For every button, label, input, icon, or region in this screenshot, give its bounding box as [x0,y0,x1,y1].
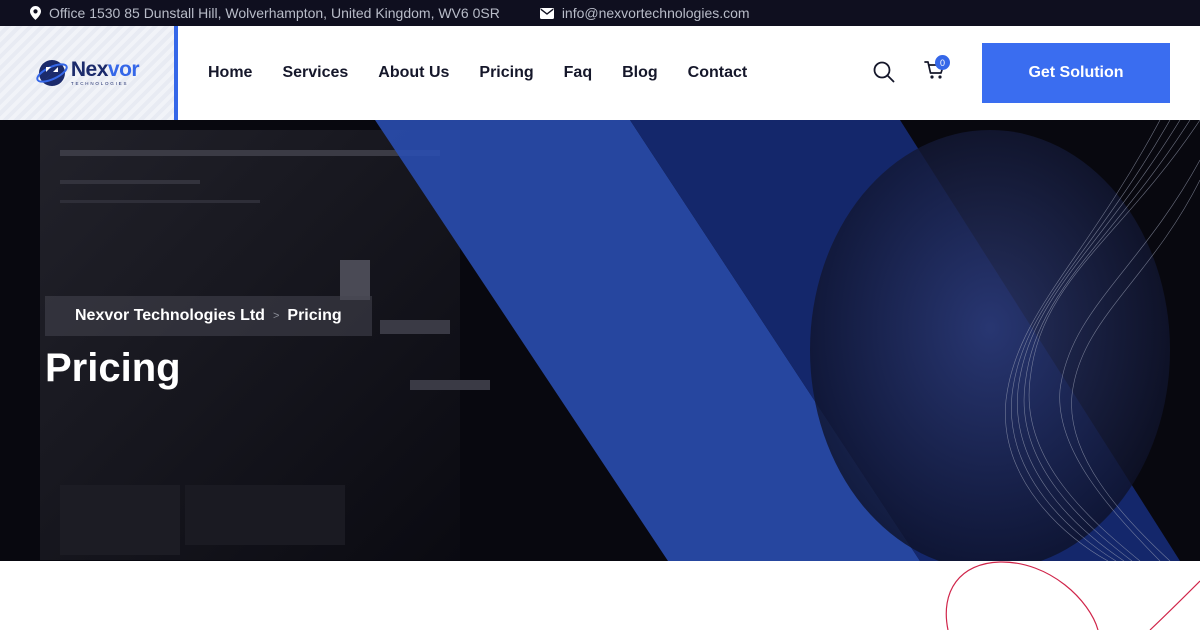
hero-background [0,120,1200,561]
content-section [0,561,1200,630]
nav-blog[interactable]: Blog [622,64,658,82]
breadcrumb-separator: > [272,310,280,322]
email-item[interactable]: info@nexvortechnologies.com [539,5,750,21]
site-header: Nexvor TECHNOLOGIES Home Services About … [0,26,1200,120]
nav-faq[interactable]: Faq [564,64,592,82]
top-bar: Office 1530 85 Dunstall Hill, Wolverhamp… [0,0,1200,26]
nav-about-us[interactable]: About Us [378,64,449,82]
address-text: Office 1530 85 Dunstall Hill, Wolverhamp… [49,5,500,21]
breadcrumb-current: Pricing [287,307,342,324]
email-text[interactable]: info@nexvortechnologies.com [562,5,750,21]
nav-contact[interactable]: Contact [688,64,748,82]
logo-subtitle: TECHNOLOGIES [70,81,129,87]
decorative-curve [945,561,1200,630]
location-pin-icon [30,6,41,20]
get-solution-button[interactable]: Get Solution [982,43,1170,103]
search-icon[interactable] [873,61,895,83]
nav-home[interactable]: Home [208,64,252,82]
breadcrumb-home-link[interactable]: Nexvor Technologies Ltd [75,307,265,325]
envelope-icon [539,7,554,19]
logo[interactable]: Nexvor TECHNOLOGIES [35,56,140,90]
logo-wordmark: Nexvor [70,58,140,82]
cart-count-badge: 0 [935,55,950,70]
nav-services[interactable]: Services [282,64,348,82]
main-nav: Home Services About Us Pricing Faq Blog … [208,64,747,82]
logo-container[interactable]: Nexvor TECHNOLOGIES [0,26,178,120]
logo-globe-icon [36,60,68,86]
address-item: Office 1530 85 Dunstall Hill, Wolverhamp… [30,5,500,21]
page-title: Pricing [45,346,181,390]
breadcrumb: Nexvor Technologies Ltd > Pricing [45,296,372,336]
hero-banner: Nexvor Technologies Ltd > Pricing Pricin… [0,120,1200,561]
nav-pricing[interactable]: Pricing [479,64,533,82]
logo-text: Nexvor TECHNOLOGIES [70,58,140,87]
